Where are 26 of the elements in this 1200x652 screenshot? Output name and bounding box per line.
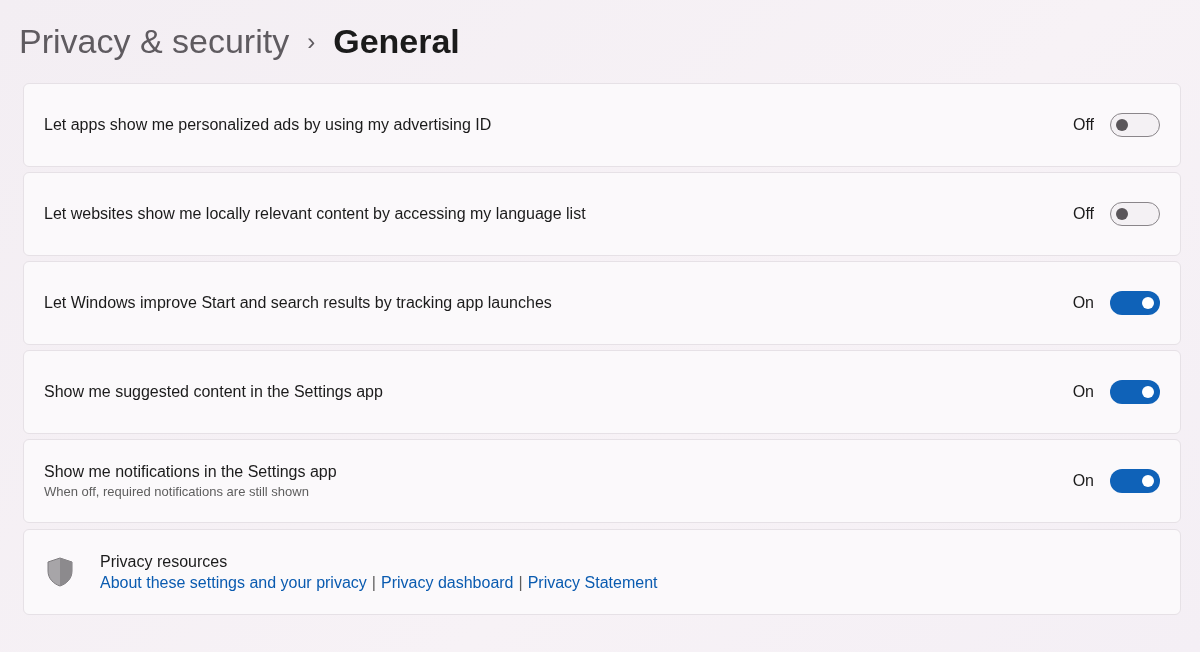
toggle-switch[interactable] [1110,469,1160,493]
setting-label: Let websites show me locally relevant content by accessing my language list [44,205,587,223]
toggle-switch[interactable] [1110,202,1160,226]
shield-icon [46,557,74,587]
privacy-link[interactable]: Privacy dashboard [381,573,514,592]
toggle-switch[interactable] [1110,291,1160,315]
link-separator: | [371,573,376,592]
privacy-link[interactable]: Privacy Statement [527,573,658,592]
toggle-state: On [1072,383,1094,401]
toggle-switch[interactable] [1110,380,1160,404]
link-separator: | [518,573,523,592]
resources-title: Privacy resources [100,552,229,571]
toggle-state: Off [1072,116,1094,134]
breadcrumb-separator: › [307,27,316,56]
toggle-switch[interactable] [1110,113,1160,137]
toggle-state: Off [1072,205,1094,223]
toggle-state: On [1072,294,1094,312]
setting-label: Let apps show me personalized ads by using my advertising ID [44,116,493,134]
setting-label: Show me suggested content in the Settings app [44,383,384,401]
setting-label: Let Windows improve Start and search results by tracking app launches [44,294,553,312]
setting-description: When off, required notifications are still shown [44,484,310,499]
toggle-state: On [1072,472,1094,490]
privacy-link[interactable]: About these settings and your privacy [100,573,367,592]
setting-label: Show me notifications in the Settings app [44,463,338,481]
breadcrumb-parent[interactable]: Privacy & security [19,22,290,61]
page-title: General [333,22,460,61]
